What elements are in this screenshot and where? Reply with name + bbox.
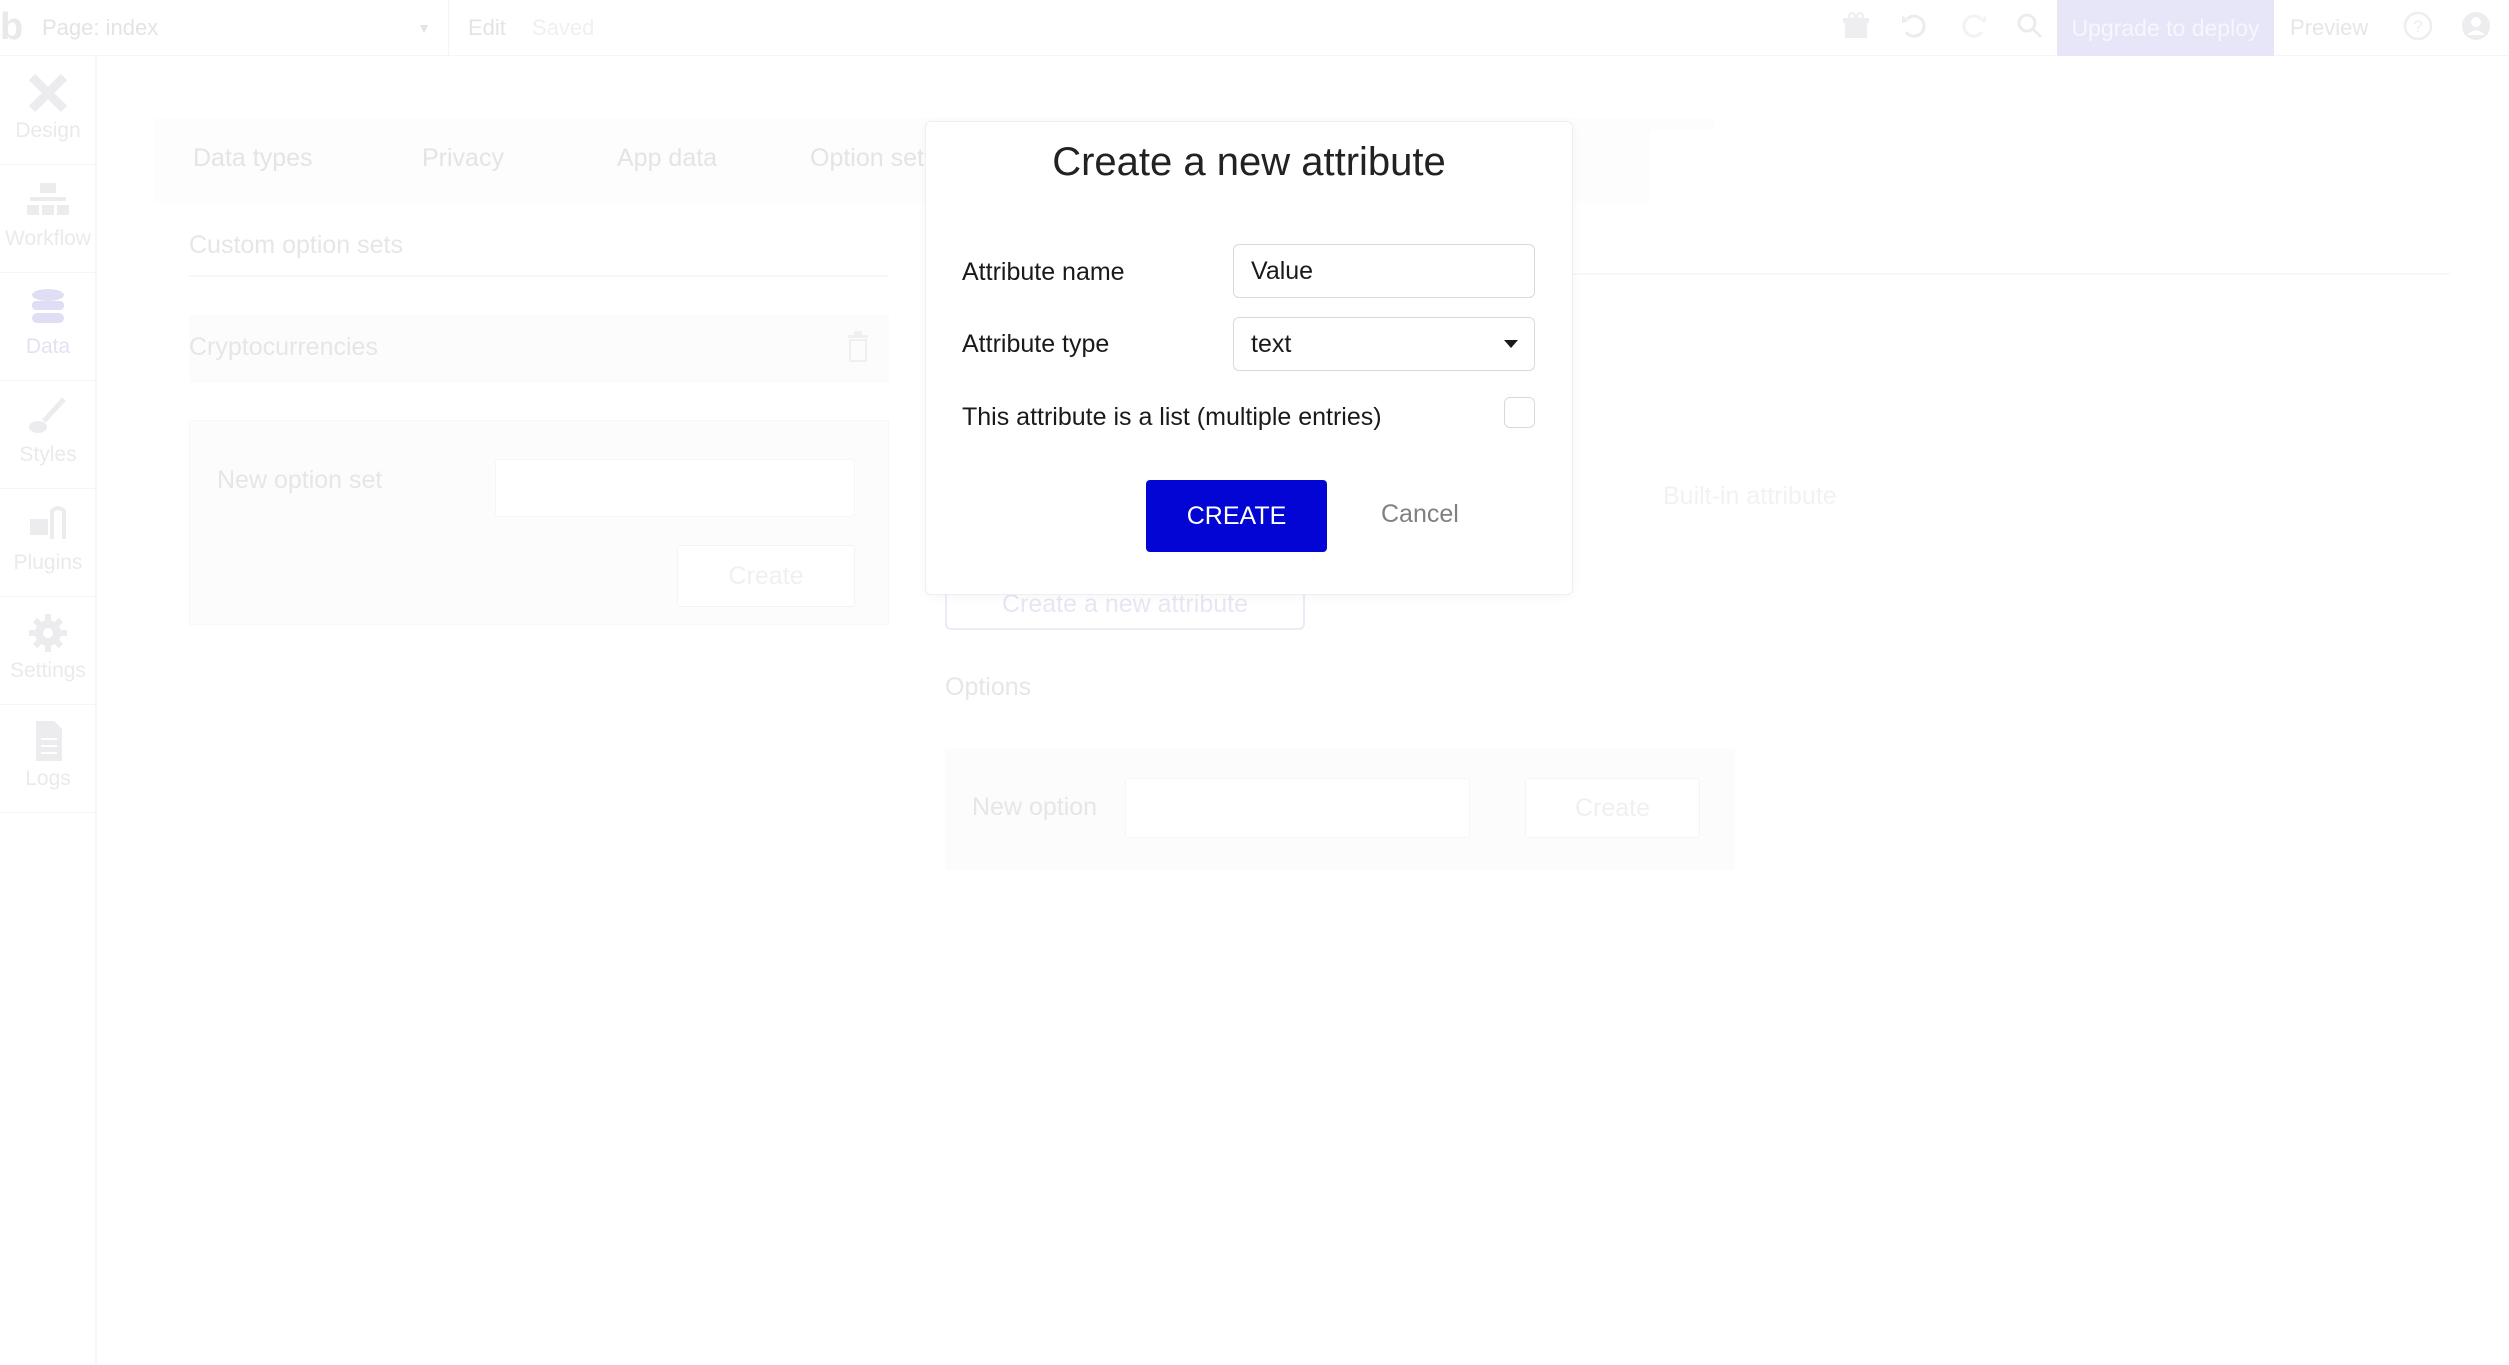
toolbar-divider (448, 0, 449, 56)
new-option-form: New option Create (945, 748, 1735, 870)
built-in-attribute-label: Built-in attribute (1663, 482, 1837, 510)
new-option-label: New option (972, 793, 1098, 821)
sidebar-item-data[interactable]: Data (0, 273, 96, 381)
edit-menu[interactable]: Edit (468, 12, 506, 44)
section-divider (189, 275, 889, 277)
new-option-set-label: New option set (217, 466, 383, 494)
save-status: Saved (532, 15, 595, 40)
active-tab-background (1650, 130, 1850, 203)
preview-button[interactable]: Preview (2290, 12, 2368, 44)
option-set-name: Cryptocurrencies (189, 333, 378, 361)
workflow-icon (27, 183, 69, 215)
document-icon (36, 721, 62, 761)
bubble-logo[interactable]: b (0, 8, 23, 46)
sidebar-item-label: Logs (25, 767, 71, 790)
is-list-checkbox[interactable] (1504, 397, 1535, 428)
sidebar-item-label: Plugins (13, 551, 83, 574)
tab-option-sets[interactable]: Option sets (810, 144, 936, 173)
is-list-label: This attribute is a list (multiple entri… (962, 403, 1382, 431)
account-icon[interactable] (2458, 10, 2494, 46)
attribute-name-label: Attribute name (962, 258, 1125, 286)
attribute-name-input[interactable] (1233, 244, 1535, 298)
create-button[interactable]: CREATE (1146, 480, 1327, 552)
chevron-down-icon: ▼ (417, 20, 431, 36)
create-option-set-button[interactable]: Create (677, 545, 855, 607)
top-bar: b Page: index ▼ Edit Saved Upgrade to de… (0, 0, 2509, 56)
plug-icon (30, 506, 66, 539)
sidebar-item-settings[interactable]: Settings (0, 597, 96, 705)
sidebar-item-workflow[interactable]: Workflow (0, 165, 96, 273)
new-option-set-form: New option set Create (189, 420, 889, 625)
tab-app-data[interactable]: App data (617, 144, 717, 173)
brush-icon (29, 397, 66, 433)
sidebar-item-label: Workflow (5, 227, 91, 250)
design-icon (28, 73, 68, 113)
dropdown-arrow-icon (1504, 340, 1518, 348)
trash-icon[interactable] (845, 329, 875, 365)
modal-title: Create a new attribute (1052, 140, 1446, 184)
database-icon (32, 289, 64, 323)
new-option-input[interactable] (1125, 778, 1470, 838)
undo-icon[interactable] (1896, 10, 1932, 46)
redo-icon[interactable] (1956, 10, 1992, 46)
create-option-button[interactable]: Create (1525, 778, 1700, 838)
sidebar-item-label: Design (15, 119, 81, 142)
page-selector[interactable]: Page: index ▼ (42, 12, 437, 44)
attribute-type-select[interactable]: text (1233, 317, 1535, 371)
sidebar-item-label: Data (25, 335, 71, 358)
sidebar-item-label: Settings (10, 659, 86, 682)
upgrade-to-deploy-button[interactable]: Upgrade to deploy (2057, 0, 2274, 56)
sidebar-item-styles[interactable]: Styles (0, 381, 96, 489)
detail-divider (1570, 273, 2450, 275)
search-icon[interactable] (2012, 10, 2048, 46)
gift-icon[interactable] (1838, 10, 1874, 46)
option-set-item[interactable]: Cryptocurrencies (189, 315, 889, 383)
tab-privacy[interactable]: Privacy (422, 144, 504, 173)
sidebar-item-label: Styles (19, 443, 77, 466)
svg-text:?: ? (2413, 17, 2422, 36)
help-icon[interactable]: ? (2400, 10, 2436, 46)
custom-option-sets-title: Custom option sets (189, 231, 403, 259)
tab-data-types[interactable]: Data types (193, 144, 313, 173)
sidebar-item-design[interactable]: Design (0, 57, 96, 165)
new-option-set-input[interactable] (495, 459, 855, 517)
sidebar-item-plugins[interactable]: Plugins (0, 489, 96, 597)
options-title: Options (945, 673, 1032, 701)
create-attribute-modal: Create a new attribute Attribute name At… (925, 121, 1573, 595)
attribute-type-value: text (1251, 330, 1292, 358)
cancel-button[interactable]: Cancel (1381, 500, 1459, 529)
attribute-type-label: Attribute type (962, 330, 1110, 358)
gear-icon (29, 614, 67, 652)
sidebar: Design Workflow Data Styles Plugins Sett… (0, 57, 97, 1365)
page-selector-label: Page: index (42, 15, 159, 40)
sidebar-item-logs[interactable]: Logs (0, 705, 96, 813)
